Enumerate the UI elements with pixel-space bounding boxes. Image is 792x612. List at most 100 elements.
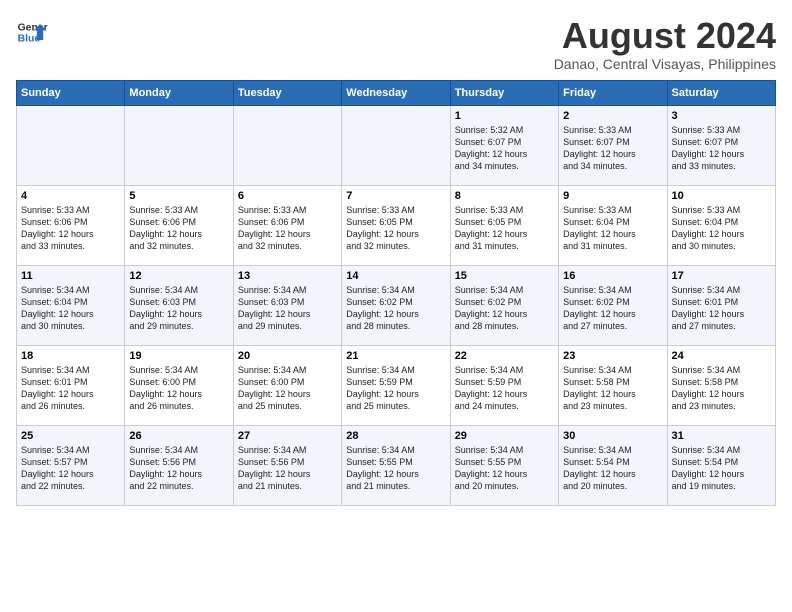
calendar-cell <box>233 105 341 185</box>
day-info: Sunrise: 5:33 AM Sunset: 6:06 PM Dayligh… <box>238 204 337 253</box>
day-info: Sunrise: 5:34 AM Sunset: 6:04 PM Dayligh… <box>21 284 120 333</box>
calendar-cell: 16 Sunrise: 5:34 AM Sunset: 6:02 PM Dayli… <box>559 265 667 345</box>
day-info: Sunrise: 5:33 AM Sunset: 6:06 PM Dayligh… <box>129 204 228 253</box>
day-number: 30 <box>563 430 662 442</box>
day-info: Sunrise: 5:34 AM Sunset: 5:58 PM Dayligh… <box>672 364 771 413</box>
logo: General Blue <box>16 16 48 48</box>
day-number: 13 <box>238 270 337 282</box>
day-info: Sunrise: 5:34 AM Sunset: 5:56 PM Dayligh… <box>238 444 337 493</box>
calendar-cell: 14 Sunrise: 5:34 AM Sunset: 6:02 PM Dayli… <box>342 265 450 345</box>
calendar-cell: 8Sunrise: 5:33 AM Sunset: 6:05 PM Daylig… <box>450 185 558 265</box>
weekday-header-row: SundayMondayTuesdayWednesdayThursdayFrid… <box>17 80 776 105</box>
calendar-cell: 24 Sunrise: 5:34 AM Sunset: 5:58 PM Dayli… <box>667 345 775 425</box>
calendar-cell: 13 Sunrise: 5:34 AM Sunset: 6:03 PM Dayli… <box>233 265 341 345</box>
weekday-header-thursday: Thursday <box>450 80 558 105</box>
calendar-cell: 23 Sunrise: 5:34 AM Sunset: 5:58 PM Dayli… <box>559 345 667 425</box>
day-number: 10 <box>672 190 771 202</box>
day-info: Sunrise: 5:34 AM Sunset: 5:59 PM Dayligh… <box>346 364 445 413</box>
calendar-cell: 5 Sunrise: 5:33 AM Sunset: 6:06 PM Daylig… <box>125 185 233 265</box>
calendar-cell: 1 Sunrise: 5:32 AM Sunset: 6:07 PM Daylig… <box>450 105 558 185</box>
calendar-cell: 2 Sunrise: 5:33 AM Sunset: 6:07 PM Daylig… <box>559 105 667 185</box>
calendar-cell: 17 Sunrise: 5:34 AM Sunset: 6:01 PM Dayli… <box>667 265 775 345</box>
calendar-cell <box>17 105 125 185</box>
day-number: 4 <box>21 190 120 202</box>
title-block: August 2024 Danao, Central Visayas, Phil… <box>554 16 776 72</box>
day-number: 11 <box>21 270 120 282</box>
logo-icon: General Blue <box>16 16 48 48</box>
weekday-header-tuesday: Tuesday <box>233 80 341 105</box>
day-number: 14 <box>346 270 445 282</box>
day-number: 31 <box>672 430 771 442</box>
calendar-cell: 18 Sunrise: 5:34 AM Sunset: 6:01 PM Dayli… <box>17 345 125 425</box>
calendar-cell: 29Sunrise: 5:34 AM Sunset: 5:55 PM Dayli… <box>450 425 558 505</box>
calendar-cell: 15Sunrise: 5:34 AM Sunset: 6:02 PM Dayli… <box>450 265 558 345</box>
calendar-cell: 9 Sunrise: 5:33 AM Sunset: 6:04 PM Daylig… <box>559 185 667 265</box>
calendar-cell: 30Sunrise: 5:34 AM Sunset: 5:54 PM Dayli… <box>559 425 667 505</box>
calendar-cell: 28 Sunrise: 5:34 AM Sunset: 5:55 PM Dayli… <box>342 425 450 505</box>
day-number: 5 <box>129 190 228 202</box>
day-info: Sunrise: 5:34 AM Sunset: 5:59 PM Dayligh… <box>455 364 554 413</box>
weekday-header-saturday: Saturday <box>667 80 775 105</box>
calendar-cell: 10 Sunrise: 5:33 AM Sunset: 6:04 PM Dayli… <box>667 185 775 265</box>
day-number: 9 <box>563 190 662 202</box>
day-number: 24 <box>672 350 771 362</box>
page-header: General Blue August 2024 Danao, Central … <box>16 16 776 72</box>
calendar-cell: 26 Sunrise: 5:34 AM Sunset: 5:56 PM Dayli… <box>125 425 233 505</box>
day-number: 1 <box>455 110 554 122</box>
calendar-cell: 3 Sunrise: 5:33 AM Sunset: 6:07 PM Daylig… <box>667 105 775 185</box>
day-info: Sunrise: 5:33 AM Sunset: 6:07 PM Dayligh… <box>672 124 771 173</box>
day-number: 20 <box>238 350 337 362</box>
day-info: Sunrise: 5:33 AM Sunset: 6:04 PM Dayligh… <box>563 204 662 253</box>
day-info: Sunrise: 5:33 AM Sunset: 6:07 PM Dayligh… <box>563 124 662 173</box>
day-number: 28 <box>346 430 445 442</box>
calendar-cell: 21 Sunrise: 5:34 AM Sunset: 5:59 PM Dayli… <box>342 345 450 425</box>
weekday-header-friday: Friday <box>559 80 667 105</box>
day-info: Sunrise: 5:32 AM Sunset: 6:07 PM Dayligh… <box>455 124 554 173</box>
day-info: Sunrise: 5:34 AM Sunset: 6:02 PM Dayligh… <box>346 284 445 333</box>
day-info: Sunrise: 5:33 AM Sunset: 6:05 PM Dayligh… <box>346 204 445 253</box>
calendar-cell: 7 Sunrise: 5:33 AM Sunset: 6:05 PM Daylig… <box>342 185 450 265</box>
day-number: 3 <box>672 110 771 122</box>
week-row-2: 4 Sunrise: 5:33 AM Sunset: 6:06 PM Daylig… <box>17 185 776 265</box>
week-row-1: 1 Sunrise: 5:32 AM Sunset: 6:07 PM Daylig… <box>17 105 776 185</box>
day-info: Sunrise: 5:34 AM Sunset: 6:01 PM Dayligh… <box>672 284 771 333</box>
day-info: Sunrise: 5:34 AM Sunset: 5:58 PM Dayligh… <box>563 364 662 413</box>
day-number: 21 <box>346 350 445 362</box>
week-row-3: 11 Sunrise: 5:34 AM Sunset: 6:04 PM Dayli… <box>17 265 776 345</box>
day-number: 22 <box>455 350 554 362</box>
page-title: August 2024 <box>554 16 776 56</box>
day-info: Sunrise: 5:34 AM Sunset: 5:55 PM Dayligh… <box>455 444 554 493</box>
calendar-cell: 25Sunrise: 5:34 AM Sunset: 5:57 PM Dayli… <box>17 425 125 505</box>
week-row-4: 18 Sunrise: 5:34 AM Sunset: 6:01 PM Dayli… <box>17 345 776 425</box>
day-number: 2 <box>563 110 662 122</box>
day-number: 16 <box>563 270 662 282</box>
day-number: 27 <box>238 430 337 442</box>
weekday-header-sunday: Sunday <box>17 80 125 105</box>
day-info: Sunrise: 5:34 AM Sunset: 6:00 PM Dayligh… <box>238 364 337 413</box>
day-number: 7 <box>346 190 445 202</box>
day-info: Sunrise: 5:34 AM Sunset: 5:55 PM Dayligh… <box>346 444 445 493</box>
day-info: Sunrise: 5:33 AM Sunset: 6:04 PM Dayligh… <box>672 204 771 253</box>
day-info: Sunrise: 5:34 AM Sunset: 6:03 PM Dayligh… <box>238 284 337 333</box>
page-subtitle: Danao, Central Visayas, Philippines <box>554 56 776 72</box>
day-info: Sunrise: 5:34 AM Sunset: 6:03 PM Dayligh… <box>129 284 228 333</box>
day-number: 17 <box>672 270 771 282</box>
day-info: Sunrise: 5:34 AM Sunset: 6:01 PM Dayligh… <box>21 364 120 413</box>
day-info: Sunrise: 5:34 AM Sunset: 5:56 PM Dayligh… <box>129 444 228 493</box>
weekday-header-monday: Monday <box>125 80 233 105</box>
day-info: Sunrise: 5:34 AM Sunset: 6:02 PM Dayligh… <box>563 284 662 333</box>
day-number: 19 <box>129 350 228 362</box>
day-number: 12 <box>129 270 228 282</box>
day-number: 26 <box>129 430 228 442</box>
calendar-cell <box>125 105 233 185</box>
day-info: Sunrise: 5:34 AM Sunset: 6:02 PM Dayligh… <box>455 284 554 333</box>
day-info: Sunrise: 5:34 AM Sunset: 5:54 PM Dayligh… <box>672 444 771 493</box>
week-row-5: 25Sunrise: 5:34 AM Sunset: 5:57 PM Dayli… <box>17 425 776 505</box>
weekday-header-wednesday: Wednesday <box>342 80 450 105</box>
day-number: 23 <box>563 350 662 362</box>
day-number: 6 <box>238 190 337 202</box>
calendar-cell: 31 Sunrise: 5:34 AM Sunset: 5:54 PM Dayli… <box>667 425 775 505</box>
calendar-cell <box>342 105 450 185</box>
day-number: 18 <box>21 350 120 362</box>
day-info: Sunrise: 5:33 AM Sunset: 6:06 PM Dayligh… <box>21 204 120 253</box>
